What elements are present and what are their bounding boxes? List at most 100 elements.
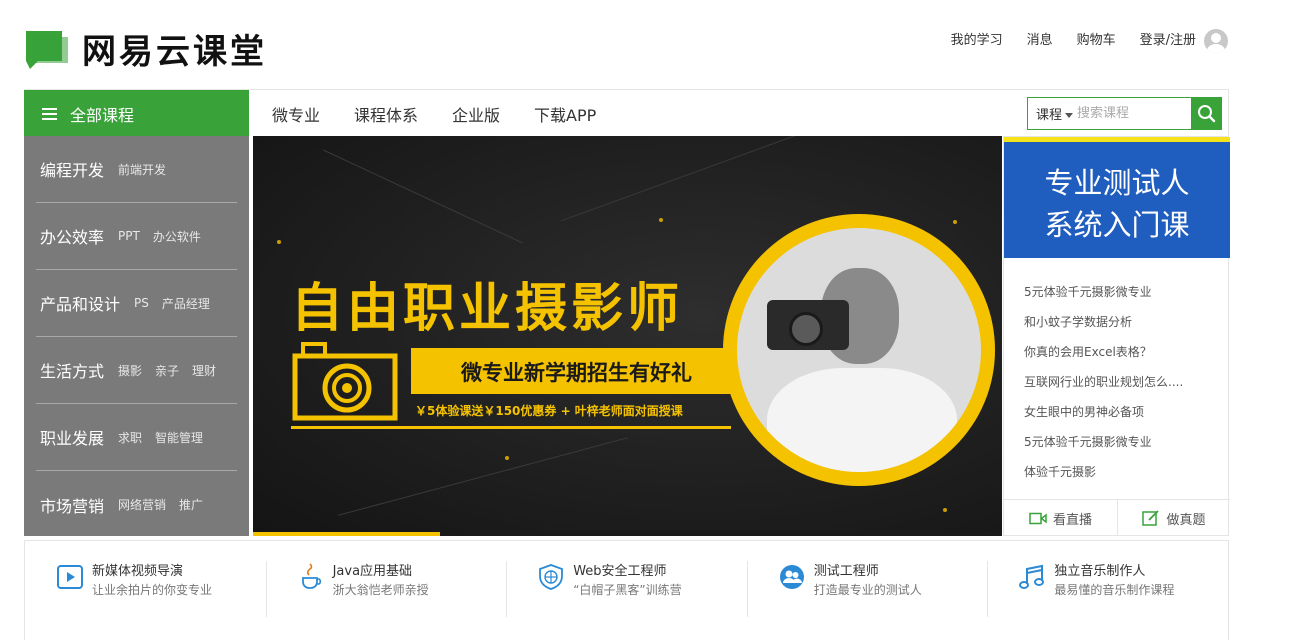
category-marketing[interactable]: 市场营销 网络营销 推广	[36, 471, 237, 538]
search-input[interactable]	[1077, 106, 1190, 121]
feature-item[interactable]: Web安全工程师 “白帽子黑客”训练营	[506, 541, 747, 619]
portrait-shirt	[767, 368, 957, 472]
top-nav: 我的学习 消息 购物车 登录/注册	[927, 26, 1228, 56]
subcategory-link[interactable]: 前端开发	[118, 161, 166, 178]
decor-dot	[277, 240, 281, 244]
subcategory-link[interactable]: 网络营销	[118, 496, 166, 513]
feature-subtitle: 让业余拍片的你变专业	[92, 583, 213, 597]
menu-icon	[42, 107, 57, 120]
logo-book-icon	[24, 29, 68, 69]
main-nav-links: 微专业 课程体系 企业版 下载APP	[272, 90, 630, 137]
feature-text: Web安全工程师 “白帽子黑客”训练营	[573, 563, 681, 599]
all-courses-label: 全部课程	[70, 105, 135, 125]
right-panel-actions: 看直播 做真题	[1004, 499, 1230, 536]
nav-my-learning[interactable]: 我的学习	[951, 26, 1003, 56]
category-career[interactable]: 职业发展 求职 智能管理	[36, 404, 237, 471]
category-name: 职业发展	[40, 429, 105, 448]
photographer-portrait	[723, 214, 995, 486]
nav-course-system[interactable]: 课程体系	[354, 102, 418, 126]
portrait-lens	[789, 312, 823, 346]
promo-link[interactable]: 体验千元摄影	[1024, 457, 1183, 487]
offer-subline: ￥5体验课送￥150优惠券 + 叶梓老师面对面授课	[415, 404, 683, 418]
promo-link[interactable]: 你真的会用Excel表格？	[1024, 337, 1183, 367]
search-type-dropdown[interactable]: 课程	[1028, 104, 1074, 123]
nav-micro-major[interactable]: 微专业	[272, 102, 320, 126]
subcategory-link[interactable]: 产品经理	[162, 295, 210, 312]
subcategory-link[interactable]: PS	[134, 296, 149, 310]
nav-login-register[interactable]: 登录/注册	[1140, 26, 1196, 56]
decor-streak	[323, 149, 523, 244]
subcategory-link[interactable]: 亲子	[155, 362, 179, 379]
promo-link[interactable]: 5元体验千元摄影微专业	[1024, 427, 1183, 457]
search-type-label: 课程	[1036, 108, 1063, 123]
feature-text: Java应用基础 浙大翁恺老师亲授	[333, 563, 429, 599]
search-button[interactable]	[1191, 97, 1222, 130]
category-product-design[interactable]: 产品和设计 PS 产品经理	[36, 270, 237, 337]
promo-text: 专业测试人 系统入门课	[1004, 162, 1230, 246]
page: 网易云课堂 我的学习 消息 购物车 登录/注册 全部课程 微专业 课程体系 企业…	[0, 0, 1294, 640]
feature-item[interactable]: 新媒体视频导演 让业余拍片的你变专业	[25, 541, 266, 619]
featured-programs: 新媒体视频导演 让业余拍片的你变专业 Java应用基础 浙大翁恺老师亲授 Web…	[24, 540, 1229, 640]
subcategory-link[interactable]: PPT	[118, 229, 140, 243]
shield-globe-icon	[539, 564, 564, 590]
nav-messages[interactable]: 消息	[1027, 26, 1053, 56]
all-courses-button[interactable]: 全部课程	[24, 90, 249, 137]
chevron-down-icon	[1065, 113, 1074, 118]
promo-banner[interactable]: 专业测试人 系统入门课	[1004, 137, 1230, 258]
decor-dot	[943, 508, 947, 512]
promo-line-2: 系统入门课	[1044, 208, 1190, 242]
logo[interactable]: 网易云课堂	[24, 24, 267, 73]
decor-streak	[560, 136, 806, 222]
decor-streak	[337, 437, 629, 516]
feature-title: 新媒体视频导演	[92, 564, 184, 579]
watch-live-button[interactable]: 看直播	[1004, 500, 1117, 536]
right-panel: 专业测试人 系统入门课 5元体验千元摄影微专业 和小蚊子学数据分析 你真的会用E…	[1003, 136, 1230, 536]
nav-cart[interactable]: 购物车	[1077, 26, 1116, 56]
subcategory-link[interactable]: 办公软件	[153, 228, 201, 245]
nav-download-app[interactable]: 下载APP	[534, 102, 596, 126]
feature-item[interactable]: Java应用基础 浙大翁恺老师亲授	[265, 541, 507, 619]
subcategory-link[interactable]: 理财	[192, 362, 216, 379]
decor-dot	[505, 456, 509, 460]
category-name: 生活方式	[40, 362, 105, 381]
promo-line-1: 专业测试人	[1044, 166, 1190, 200]
edit-icon	[1142, 510, 1160, 526]
feature-title: Java应用基础	[332, 564, 413, 579]
category-name: 编程开发	[40, 161, 105, 180]
feature-item[interactable]: 独立音乐制作人 最易懂的音乐制作课程	[987, 541, 1228, 619]
nav-enterprise[interactable]: 企业版	[452, 102, 500, 126]
decor-dot	[953, 220, 957, 224]
feature-title: 测试工程师	[813, 564, 879, 579]
promo-link[interactable]: 5元体验千元摄影微专业	[1024, 277, 1183, 307]
subcategory-link[interactable]: 智能管理	[155, 429, 203, 446]
feature-subtitle: “白帽子黑客”训练营	[573, 583, 682, 597]
subcategory-link[interactable]: 摄影	[118, 362, 142, 379]
promo-link[interactable]: 和小蚊子学数据分析	[1024, 307, 1183, 337]
feature-title: Web安全工程师	[573, 564, 667, 579]
offer-headline: 微专业新学期招生有好礼	[461, 361, 692, 385]
offer-underline	[291, 426, 731, 429]
decor-dot	[659, 218, 663, 222]
feature-text: 测试工程师 打造最专业的测试人	[814, 563, 922, 599]
carousel-progress	[253, 532, 1002, 536]
logo-text: 网易云课堂	[82, 32, 267, 72]
avatar[interactable]	[1204, 29, 1228, 53]
feature-text: 新媒体视频导演 让业余拍片的你变专业	[92, 563, 212, 599]
hero-banner[interactable]: 自由职业摄影师 微专业新学期招生有好礼 ￥5体验课送￥150优惠券 + 叶梓老师…	[253, 136, 1002, 536]
subcategory-link[interactable]: 推广	[179, 496, 203, 513]
search-icon	[1198, 105, 1216, 123]
promo-link[interactable]: 女生眼中的男神必备项	[1024, 397, 1183, 427]
music-note-icon	[1019, 564, 1045, 589]
category-name: 办公效率	[40, 228, 105, 247]
promo-link[interactable]: 互联网行业的职业规划怎么....	[1024, 367, 1183, 397]
feature-item[interactable]: 测试工程师 打造最专业的测试人	[746, 541, 988, 619]
feature-title: 独立音乐制作人	[1054, 564, 1146, 579]
practice-quiz-button[interactable]: 做真题	[1117, 500, 1230, 536]
category-programming[interactable]: 编程开发 前端开发	[36, 136, 237, 203]
category-office[interactable]: 办公效率 PPT 办公软件	[36, 203, 237, 270]
subcategory-link[interactable]: 求职	[118, 429, 142, 446]
category-lifestyle[interactable]: 生活方式 摄影 亲子 理财	[36, 337, 237, 404]
feature-text: 独立音乐制作人 最易懂的音乐制作课程	[1054, 563, 1174, 599]
java-cup-icon	[301, 563, 321, 589]
feature-subtitle: 最易懂的音乐制作课程	[1054, 583, 1175, 597]
